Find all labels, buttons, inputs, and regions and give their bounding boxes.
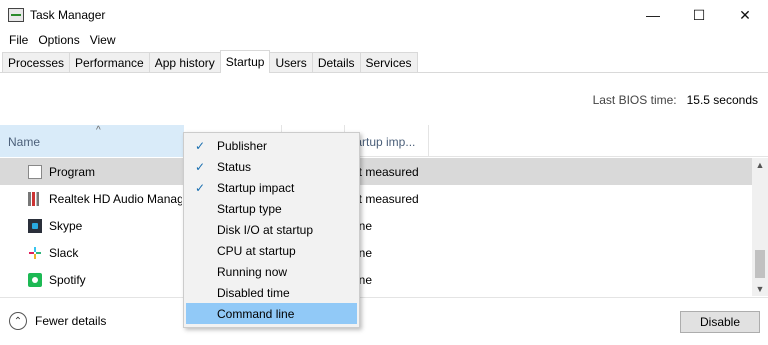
row-startup-impact: ot measured bbox=[352, 191, 419, 206]
skype-icon bbox=[28, 218, 42, 233]
tab-services[interactable]: Services bbox=[359, 52, 418, 72]
menu-item-disabled-time[interactable]: Disabled time bbox=[186, 282, 357, 303]
menu-item-startup-type[interactable]: Startup type bbox=[186, 198, 357, 219]
disable-button[interactable]: Disable bbox=[680, 311, 760, 333]
startup-list: Program ot measured Realtek HD Audio Man… bbox=[0, 158, 752, 293]
row-name: Spotify bbox=[49, 272, 86, 287]
tab-startup[interactable]: Startup bbox=[219, 50, 271, 73]
scroll-up-icon[interactable]: ▲ bbox=[752, 158, 768, 172]
slack-icon bbox=[28, 246, 42, 260]
menu-item-label: Publisher bbox=[217, 138, 268, 153]
menu-bar: File Options View bbox=[0, 30, 768, 50]
scroll-down-icon[interactable]: ▼ bbox=[752, 282, 768, 296]
menu-item-label: Disk I/O at startup bbox=[217, 222, 314, 237]
row-name: Slack bbox=[49, 245, 79, 260]
column-header-name-label: Name bbox=[8, 135, 41, 149]
bios-time: Last BIOS time: 15.5 seconds bbox=[593, 93, 758, 107]
bios-time-label: Last BIOS time: bbox=[592, 93, 677, 107]
title-bar: Task Manager — ☐ ✕ bbox=[0, 0, 768, 30]
menu-item-label: CPU at startup bbox=[217, 243, 296, 258]
table-row[interactable]: Program ot measured bbox=[0, 158, 752, 185]
menu-item-label: Disabled time bbox=[217, 285, 290, 300]
column-header-name[interactable]: ^ Name bbox=[0, 125, 184, 157]
checkmark-icon: ✓ bbox=[195, 160, 206, 174]
row-name: Program bbox=[49, 164, 96, 179]
document-icon bbox=[28, 164, 42, 179]
chevron-up-icon: ⌃ bbox=[9, 312, 27, 330]
window-controls: — ☐ ✕ bbox=[630, 0, 768, 30]
column-context-menu: ✓ Publisher ✓ Status ✓ Startup impact St… bbox=[183, 132, 360, 328]
menu-item-publisher[interactable]: ✓ Publisher bbox=[186, 135, 357, 156]
bios-time-value: 15.5 seconds bbox=[686, 93, 758, 107]
menu-item-startup-impact[interactable]: ✓ Startup impact bbox=[186, 177, 357, 198]
table-row[interactable]: Skype one bbox=[0, 212, 752, 239]
vertical-scrollbar[interactable]: ▲ ▼ bbox=[752, 158, 768, 296]
task-manager-icon bbox=[8, 8, 24, 22]
row-name: Realtek HD Audio Manager bbox=[49, 191, 182, 206]
menu-view[interactable]: View bbox=[85, 33, 121, 47]
sort-ascending-icon: ^ bbox=[96, 125, 101, 136]
tab-processes[interactable]: Processes bbox=[2, 52, 71, 72]
column-divider[interactable] bbox=[428, 125, 429, 157]
footer-bar: ⌃ Fewer details Disable bbox=[0, 297, 768, 345]
menu-item-label: Command line bbox=[217, 306, 295, 321]
menu-item-label: Status bbox=[217, 159, 252, 174]
checkmark-icon: ✓ bbox=[195, 181, 206, 195]
scrollbar-thumb[interactable] bbox=[755, 250, 765, 278]
menu-item-label: Running now bbox=[217, 264, 288, 279]
minimize-button[interactable]: — bbox=[630, 0, 676, 30]
menu-item-command-line[interactable]: Command line bbox=[186, 303, 357, 324]
window-title: Task Manager bbox=[30, 8, 106, 22]
row-name: Skype bbox=[49, 218, 83, 233]
maximize-button[interactable]: ☐ bbox=[676, 0, 722, 30]
tab-app-history[interactable]: App history bbox=[148, 52, 221, 72]
realtek-icon bbox=[28, 191, 42, 206]
fewer-details-label: Fewer details bbox=[35, 314, 107, 328]
column-header-row: ^ Name tartup imp... bbox=[0, 125, 768, 157]
fewer-details-button[interactable]: ⌃ Fewer details bbox=[9, 312, 106, 330]
column-header-startup-impact[interactable]: tartup imp... bbox=[352, 125, 415, 157]
table-row[interactable]: Slack one bbox=[0, 239, 752, 266]
tab-users[interactable]: Users bbox=[269, 52, 313, 72]
table-row[interactable]: Spotify one bbox=[0, 266, 752, 293]
menu-item-label: Startup impact bbox=[217, 180, 295, 195]
table-row[interactable]: Realtek HD Audio Manager ot measured bbox=[0, 185, 752, 212]
tab-performance[interactable]: Performance bbox=[69, 52, 150, 72]
menu-item-cpu-at-startup[interactable]: CPU at startup bbox=[186, 240, 357, 261]
menu-item-disk-io[interactable]: Disk I/O at startup bbox=[186, 219, 357, 240]
tab-details[interactable]: Details bbox=[311, 52, 361, 72]
row-startup-impact: ot measured bbox=[352, 164, 419, 179]
spotify-icon bbox=[28, 272, 42, 287]
menu-item-label: Startup type bbox=[217, 201, 282, 216]
menu-item-running-now[interactable]: Running now bbox=[186, 261, 357, 282]
tab-bar: Processes Performance App history Startu… bbox=[0, 50, 768, 73]
menu-item-status[interactable]: ✓ Status bbox=[186, 156, 357, 177]
menu-file[interactable]: File bbox=[4, 33, 33, 47]
close-button[interactable]: ✕ bbox=[722, 0, 768, 30]
checkmark-icon: ✓ bbox=[195, 139, 206, 153]
menu-options[interactable]: Options bbox=[33, 33, 84, 47]
